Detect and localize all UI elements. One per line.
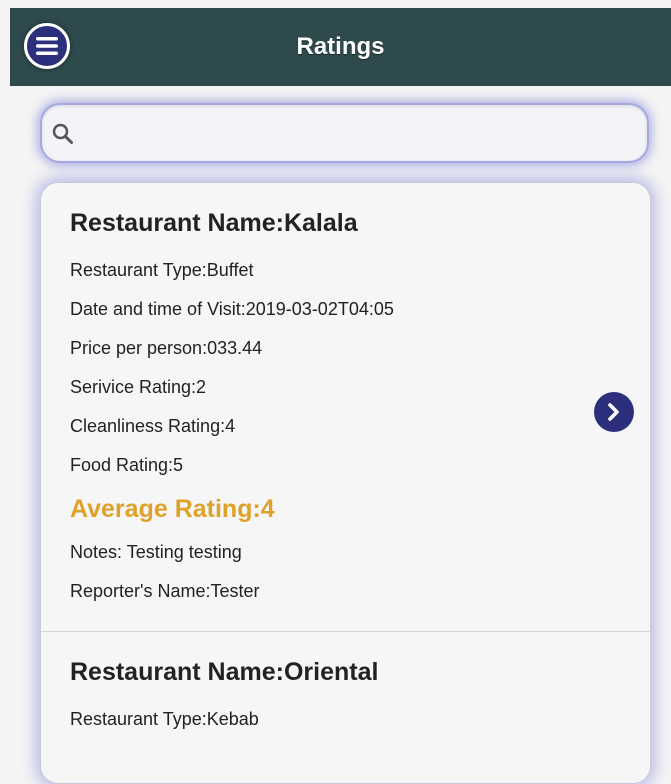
food-rating: Food Rating:5 <box>70 455 184 475</box>
search-bar[interactable] <box>40 103 649 163</box>
page-title: Ratings <box>296 33 385 60</box>
service-rating: Serivice Rating:2 <box>70 377 207 397</box>
restaurant-type: Restaurant Type:Buffet <box>70 260 254 280</box>
visit-datetime: Date and time of Visit:2019-03-02T04:05 <box>70 299 394 319</box>
restaurant-name: Restaurant Name:Kalala <box>70 209 358 237</box>
chevron-right-icon <box>608 403 619 421</box>
hamburger-menu-icon <box>36 37 58 55</box>
restaurant-name: Restaurant Name:Oriental <box>70 658 379 686</box>
average-rating: Average Rating:4 <box>70 495 275 523</box>
reporter-name: Reporter's Name:Tester <box>70 581 260 601</box>
restaurant-type: Restaurant Type:Kebab <box>70 709 259 729</box>
cleanliness-rating: Cleanliness Rating:4 <box>70 416 236 436</box>
open-details-button[interactable] <box>594 392 634 432</box>
rating-card[interactable]: Restaurant Name:Oriental Restaurant Type… <box>41 631 650 759</box>
ratings-list: Restaurant Name:Kalala Restaurant Type:B… <box>40 182 651 784</box>
rating-card[interactable]: Restaurant Name:Kalala Restaurant Type:B… <box>41 183 650 631</box>
header-bar: Ratings <box>10 8 671 86</box>
search-icon <box>52 123 73 144</box>
price-per-person: Price per person:033.44 <box>70 338 263 358</box>
notes: Notes: Testing testing <box>70 542 242 562</box>
search-input[interactable] <box>82 113 636 155</box>
menu-button[interactable] <box>24 23 70 69</box>
